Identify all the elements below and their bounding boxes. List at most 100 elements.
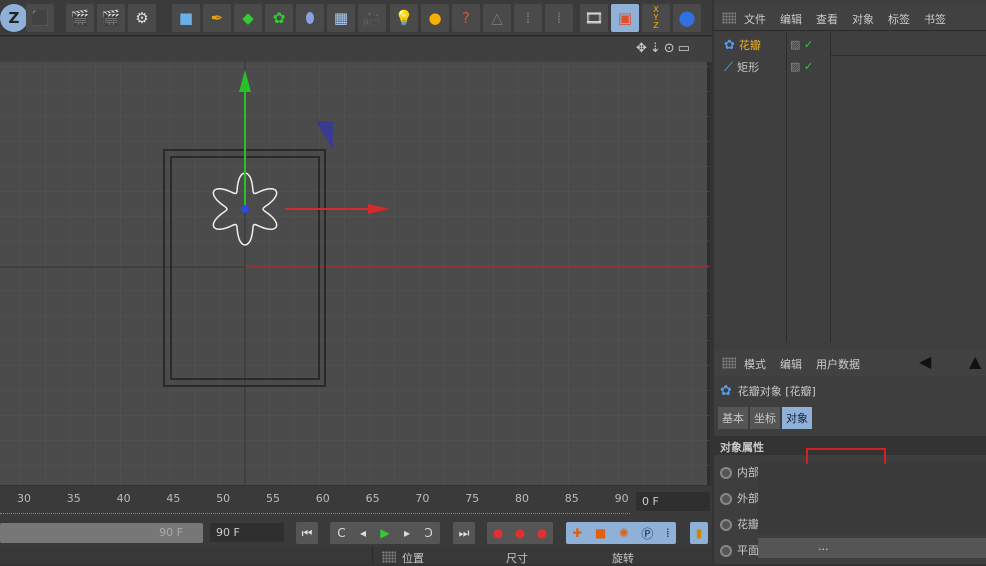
dropdown-field[interactable]: ...	[758, 538, 986, 558]
camera-icon[interactable]: 🎥	[358, 4, 386, 32]
back-arrow-icon[interactable]: ◀	[919, 352, 931, 371]
menu-item[interactable]: 编辑	[780, 11, 802, 27]
tab-0[interactable]: 基本	[718, 407, 748, 429]
auto-key-icon[interactable]: ●	[515, 526, 525, 540]
menu-item[interactable]: 模式	[744, 356, 766, 372]
python-icon[interactable]: ⬤	[673, 4, 701, 32]
menu-item[interactable]: 书签	[924, 11, 946, 27]
menu-item[interactable]: 用户数据	[816, 356, 860, 372]
timeline-tick: 65	[365, 492, 380, 505]
object-pivot	[241, 205, 249, 213]
material-icon[interactable]: ●	[421, 4, 449, 32]
menu-item[interactable]: 对象	[852, 11, 874, 27]
timeline-tick: 80	[515, 492, 529, 505]
clapper-icon[interactable]: 🎞	[580, 4, 608, 32]
menu-item[interactable]: 编辑	[780, 356, 802, 372]
spline-object-icon: ⟋	[724, 59, 734, 75]
frame-range-slider[interactable]: 90 F	[0, 523, 203, 543]
rotate-key-icon[interactable]: ✺	[619, 526, 629, 540]
current-frame-field[interactable]: 0 F	[636, 492, 710, 511]
timeline-tick: 40	[116, 492, 131, 505]
end-frame-field[interactable]: 90 F	[210, 523, 284, 542]
pen-spline-icon[interactable]: ✒	[203, 4, 231, 32]
attribute-manager-menubar: 模式 编辑 用户数据 ◀ ▲	[714, 350, 986, 376]
viewport-canvas	[0, 62, 710, 485]
grid2-icon[interactable]: ⁞	[545, 4, 573, 32]
transport-buttons[interactable]: C ◂ ▶ ▸ Ↄ	[330, 522, 440, 544]
right-panel: 文件 编辑 查看 对象 标签 书签 ✿ 花瓣 ⟋ 矩形 ▨ ✓ ▨ ✓ 模式 编辑 用户数据 …	[714, 0, 986, 564]
layer-visibility-rectangle[interactable]: ▨ ✓	[790, 60, 813, 73]
attribute-row[interactable]: 花瓣	[720, 516, 759, 532]
timeline-tick: 30	[17, 492, 31, 505]
go-start-icon[interactable]: ⏮	[296, 522, 318, 544]
subdivision-icon[interactable]: ◆	[234, 4, 262, 32]
xyz-icon[interactable]: XYZ	[642, 4, 670, 32]
coordinate-system-icon[interactable]: ⬛	[26, 4, 54, 32]
viewport-nav-icons[interactable]: ✥⇣⊙▭	[636, 41, 693, 56]
loop-icon[interactable]: C	[337, 526, 345, 540]
object-row-flower[interactable]: ✿ 花瓣	[724, 36, 761, 54]
layer-visibility-flower[interactable]: ▨ ✓	[790, 38, 813, 51]
timeline-tick: 55	[266, 492, 280, 505]
animate-radio-icon[interactable]	[720, 519, 732, 531]
attribute-label: 内部	[737, 466, 759, 479]
main-toolbar: Z ⬛ 🎬 🎬 ⚙ ■ ✒ ◆ ✿ ⬮ ▦ 🎥 💡 ● ? △ ⁞ ⁞ 🎞 ▣ …	[0, 0, 712, 36]
tab-1[interactable]: 坐标	[750, 407, 780, 429]
flower-object-icon: ✿	[724, 37, 735, 53]
timeline-menu-icon[interactable]: ▮	[690, 522, 708, 544]
render-picture-viewer-icon[interactable]: 🎬	[97, 4, 125, 32]
object-row-rectangle[interactable]: ⟋ 矩形	[724, 58, 759, 76]
floor-icon[interactable]: ▦	[327, 4, 355, 32]
attribute-label: 花瓣	[737, 518, 759, 531]
animate-radio-icon[interactable]	[720, 545, 732, 557]
help-icon[interactable]: ?	[452, 4, 480, 32]
attribute-row[interactable]: 外部	[720, 490, 759, 506]
render-settings-icon[interactable]: ⚙	[128, 4, 156, 32]
key-help-icon[interactable]: ●	[537, 526, 547, 540]
timeline-tick: 35	[66, 492, 81, 505]
flower-array-icon[interactable]: ✿	[265, 4, 293, 32]
tab-2[interactable]: 对象	[782, 407, 812, 429]
up-arrow-icon[interactable]: ▲	[969, 352, 981, 371]
attribute-label: 平面	[737, 544, 759, 557]
object-name[interactable]: 花瓣	[739, 37, 761, 53]
attribute-row[interactable]: 平面	[720, 542, 759, 558]
timeline-tick: 60	[315, 492, 330, 505]
param-key-icon[interactable]: Ⓟ	[641, 525, 653, 542]
flower-object-icon: ✿	[720, 383, 732, 399]
loop-back-icon[interactable]: Ↄ	[424, 526, 432, 540]
folder-icon[interactable]: ▣	[611, 4, 639, 32]
prev-frame-icon[interactable]: ◂	[360, 526, 366, 540]
menu-item[interactable]: 文件	[744, 11, 766, 27]
play-icon[interactable]: ▶	[380, 526, 389, 540]
snap-icon[interactable]: △	[483, 4, 511, 32]
animate-radio-icon[interactable]	[720, 467, 732, 479]
deformer-icon[interactable]: ⬮	[296, 4, 324, 32]
key-filter-buttons[interactable]: ✚ ■ ✺ Ⓟ ⁞	[566, 522, 676, 544]
go-end-icon[interactable]: ⏭	[453, 522, 475, 544]
light-icon[interactable]: 💡	[390, 4, 418, 32]
menu-item[interactable]: 查看	[816, 11, 838, 27]
object-name[interactable]: 矩形	[737, 59, 759, 75]
menu-item[interactable]: 标签	[888, 11, 910, 27]
timeline-tick: 45	[166, 492, 181, 505]
keyframe-buttons[interactable]: ● ● ●	[487, 522, 553, 544]
timeline-ruler[interactable]: 30 35 40 45 50 55 60 65 70 75 80 85 90 0 F	[0, 486, 712, 519]
next-frame-icon[interactable]: ▸	[404, 526, 410, 540]
viewport[interactable]	[0, 62, 710, 485]
attribute-row[interactable]: 内部	[720, 464, 759, 480]
popup-overlay	[758, 462, 986, 534]
cube-icon[interactable]: ■	[172, 4, 200, 32]
scale-key-icon[interactable]: ■	[595, 526, 606, 540]
grid-icon[interactable]: ⁞	[514, 4, 542, 32]
record-key-icon[interactable]: ●	[493, 526, 503, 540]
animate-radio-icon[interactable]	[720, 493, 732, 505]
move-key-icon[interactable]: ✚	[572, 526, 582, 540]
timeline-tick: 50	[216, 492, 231, 505]
viewport-header: ✥⇣⊙▭	[0, 37, 712, 62]
render-view-icon[interactable]: 🎬	[66, 4, 94, 32]
grip-icon	[382, 551, 396, 563]
undo-z-icon[interactable]: Z	[0, 4, 28, 32]
point-key-icon[interactable]: ⁞	[666, 526, 670, 540]
attribute-title: ✿ 花瓣对象 [花瓣]	[720, 383, 816, 399]
